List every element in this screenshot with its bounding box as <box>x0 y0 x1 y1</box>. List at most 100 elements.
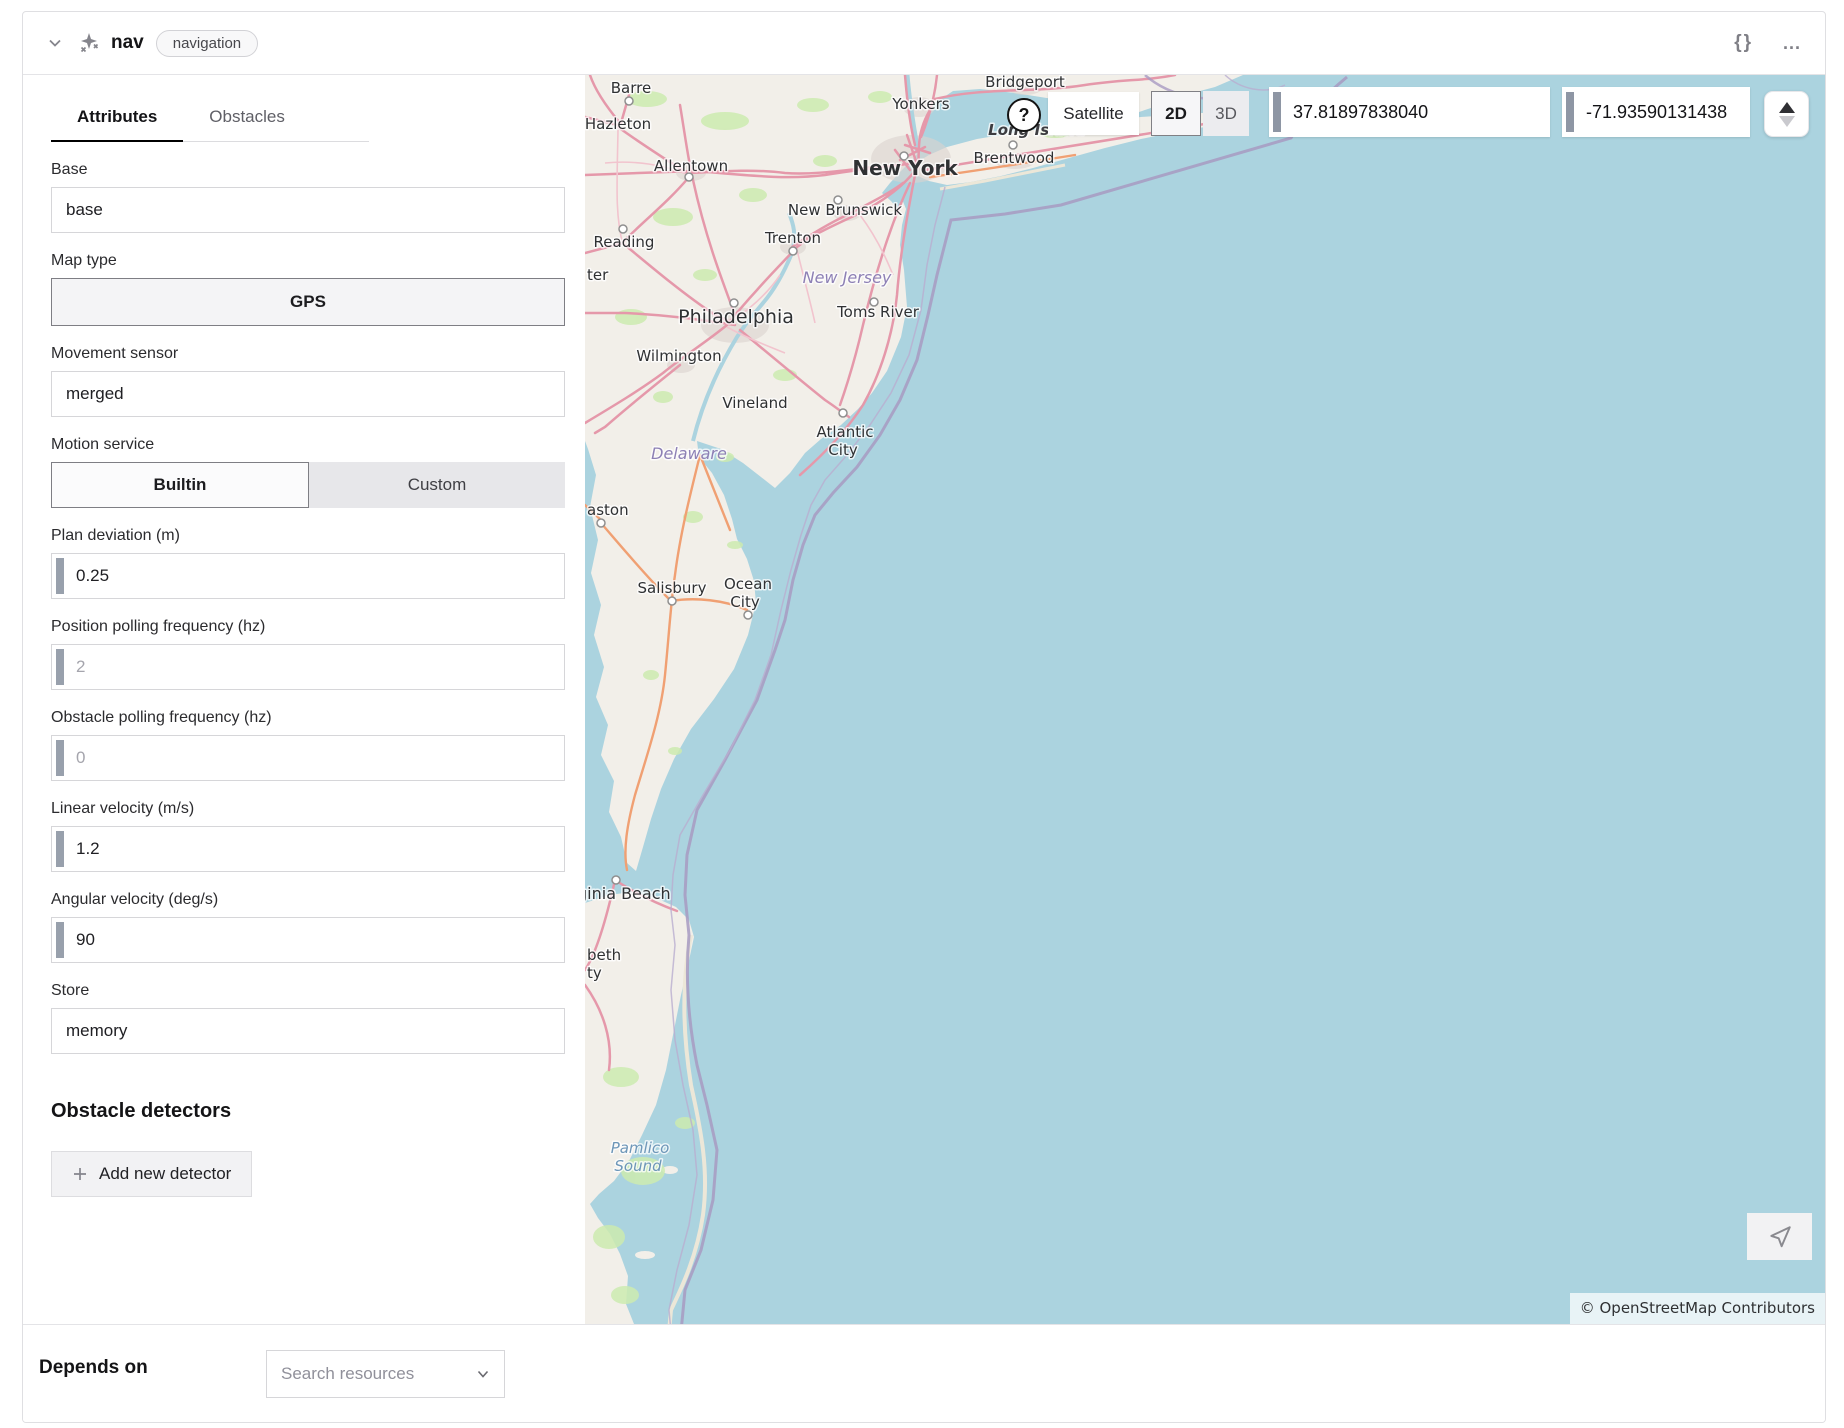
svg-text:City: City <box>828 441 858 459</box>
obstacle-polling-input-field[interactable] <box>52 736 564 780</box>
depends-on-heading: Depends on <box>39 1357 148 1379</box>
motion-service-toggle: Builtin Custom <box>51 462 565 508</box>
recenter-button[interactable] <box>1747 1213 1812 1260</box>
position-polling-input-field[interactable] <box>52 645 564 689</box>
svg-text:Barre: Barre <box>611 79 651 97</box>
base-input[interactable] <box>51 187 565 233</box>
number-drag-handle[interactable] <box>56 922 64 958</box>
store-input-field[interactable] <box>52 1009 564 1053</box>
map-help-button[interactable]: ? <box>1007 98 1041 132</box>
svg-text:Brentwood: Brentwood <box>974 149 1055 167</box>
svg-text:Vineland: Vineland <box>722 394 787 412</box>
svg-text:ginia Beach: ginia Beach <box>585 884 671 903</box>
svg-text:City: City <box>730 593 760 611</box>
help-question-icon: ? <box>1019 105 1030 126</box>
base-input-field[interactable] <box>52 188 564 232</box>
svg-text:Pamlico: Pamlico <box>611 1139 670 1157</box>
chevron-down-icon <box>476 1367 490 1381</box>
base-label: Base <box>51 161 565 179</box>
add-detector-button[interactable]: Add new detector <box>51 1151 252 1197</box>
navigation-service-icon <box>77 31 101 55</box>
movement-sensor-input-field[interactable] <box>52 372 564 416</box>
svg-text:Ocean: Ocean <box>724 575 772 593</box>
number-drag-handle[interactable] <box>56 558 64 594</box>
svg-text:Hazleton: Hazleton <box>585 115 651 133</box>
plan-deviation-label: Plan deviation (m) <box>51 527 565 545</box>
tab-attributes[interactable]: Attributes <box>51 107 183 142</box>
svg-text:Allentown: Allentown <box>654 157 728 175</box>
position-polling-input[interactable] <box>51 644 565 690</box>
motion-service-custom-option[interactable]: Custom <box>309 462 565 508</box>
stepper-down-icon[interactable] <box>1779 116 1795 127</box>
svg-text:ter: ter <box>587 266 609 284</box>
map-2d-button[interactable]: 2D <box>1151 91 1201 136</box>
store-input[interactable] <box>51 1008 565 1054</box>
angular-velocity-input[interactable] <box>51 917 565 963</box>
longitude-input[interactable] <box>1562 87 1750 137</box>
svg-text:aston: aston <box>587 501 629 519</box>
svg-text:Salisbury: Salisbury <box>638 579 707 597</box>
obstacle-polling-input[interactable] <box>51 735 565 781</box>
svg-text:New Jersey: New Jersey <box>803 268 892 287</box>
longitude-input-field[interactable] <box>1562 87 1750 137</box>
obstacle-detectors-heading: Obstacle detectors <box>51 1100 565 1123</box>
tab-obstacles[interactable]: Obstacles <box>183 107 311 141</box>
add-detector-label: Add new detector <box>99 1164 231 1184</box>
plan-deviation-input[interactable] <box>51 553 565 599</box>
stepper-up-icon[interactable] <box>1779 102 1795 113</box>
depends-on-placeholder: Search resources <box>281 1364 414 1384</box>
svg-text:Sound: Sound <box>614 1157 662 1175</box>
movement-sensor-input[interactable] <box>51 371 565 417</box>
number-drag-handle[interactable] <box>1273 92 1281 132</box>
movement-sensor-label: Movement sensor <box>51 345 565 363</box>
map-type-label: Map type <box>51 252 565 270</box>
coordinate-stepper[interactable] <box>1764 91 1809 137</box>
depends-on-section: Depends on Search resources <box>23 1324 1825 1422</box>
svg-text:Philadelphia: Philadelphia <box>678 306 794 328</box>
json-mode-icon[interactable]: {} <box>1734 32 1753 54</box>
number-drag-handle[interactable] <box>56 649 64 685</box>
map-3d-button[interactable]: 3D <box>1203 91 1249 136</box>
svg-text:Wilmington: Wilmington <box>636 347 721 365</box>
more-menu-icon[interactable]: ... <box>1783 33 1801 54</box>
resource-type-badge: navigation <box>156 30 258 57</box>
collapse-chevron-icon[interactable] <box>47 35 63 51</box>
svg-text:Delaware: Delaware <box>651 444 727 463</box>
tab-bar: Attributes Obstacles <box>51 107 369 142</box>
map-panel: BarreHazletonAllentownReadingterYonkersB… <box>585 75 1825 1324</box>
card-header: nav navigation {} ... <box>23 12 1825 75</box>
resource-title: nav <box>111 32 144 54</box>
svg-text:Reading: Reading <box>594 233 655 251</box>
number-drag-handle[interactable] <box>1566 92 1574 132</box>
navigation-arrow-icon <box>1767 1224 1793 1250</box>
motion-service-builtin-option[interactable]: Builtin <box>51 462 309 508</box>
store-label: Store <box>51 982 565 1000</box>
number-drag-handle[interactable] <box>56 831 64 867</box>
svg-text:Atlantic: Atlantic <box>816 423 873 441</box>
obstacle-polling-label: Obstacle polling frequency (hz) <box>51 709 565 727</box>
map-type-gps-button[interactable]: GPS <box>51 278 565 326</box>
plan-deviation-input-field[interactable] <box>52 554 564 598</box>
svg-text:Bridgeport: Bridgeport <box>985 75 1065 91</box>
satellite-toggle-button[interactable]: Satellite <box>1048 92 1139 135</box>
config-panel: Attributes Obstacles Base Map type GPS M… <box>23 75 585 1324</box>
linear-velocity-label: Linear velocity (m/s) <box>51 800 565 818</box>
map-attribution: © OpenStreetMap Contributors <box>1570 1293 1825 1324</box>
resource-card: nav navigation {} ... Attributes Obstacl… <box>22 11 1826 1423</box>
linear-velocity-input[interactable] <box>51 826 565 872</box>
svg-text:Toms River: Toms River <box>836 303 920 321</box>
svg-text:Trenton: Trenton <box>764 229 821 247</box>
angular-velocity-input-field[interactable] <box>52 918 564 962</box>
depends-on-select[interactable]: Search resources <box>266 1350 505 1398</box>
map-canvas[interactable]: BarreHazletonAllentownReadingterYonkersB… <box>585 75 1825 1324</box>
number-drag-handle[interactable] <box>56 740 64 776</box>
latitude-input-field[interactable] <box>1269 87 1550 137</box>
position-polling-label: Position polling frequency (hz) <box>51 618 565 636</box>
card-body: Attributes Obstacles Base Map type GPS M… <box>23 75 1825 1324</box>
linear-velocity-input-field[interactable] <box>52 827 564 871</box>
svg-text:New York: New York <box>852 156 958 180</box>
motion-service-label: Motion service <box>51 436 565 454</box>
svg-text:New Brunswick: New Brunswick <box>788 201 902 219</box>
svg-text:beth: beth <box>587 946 621 964</box>
latitude-input[interactable] <box>1269 87 1550 137</box>
